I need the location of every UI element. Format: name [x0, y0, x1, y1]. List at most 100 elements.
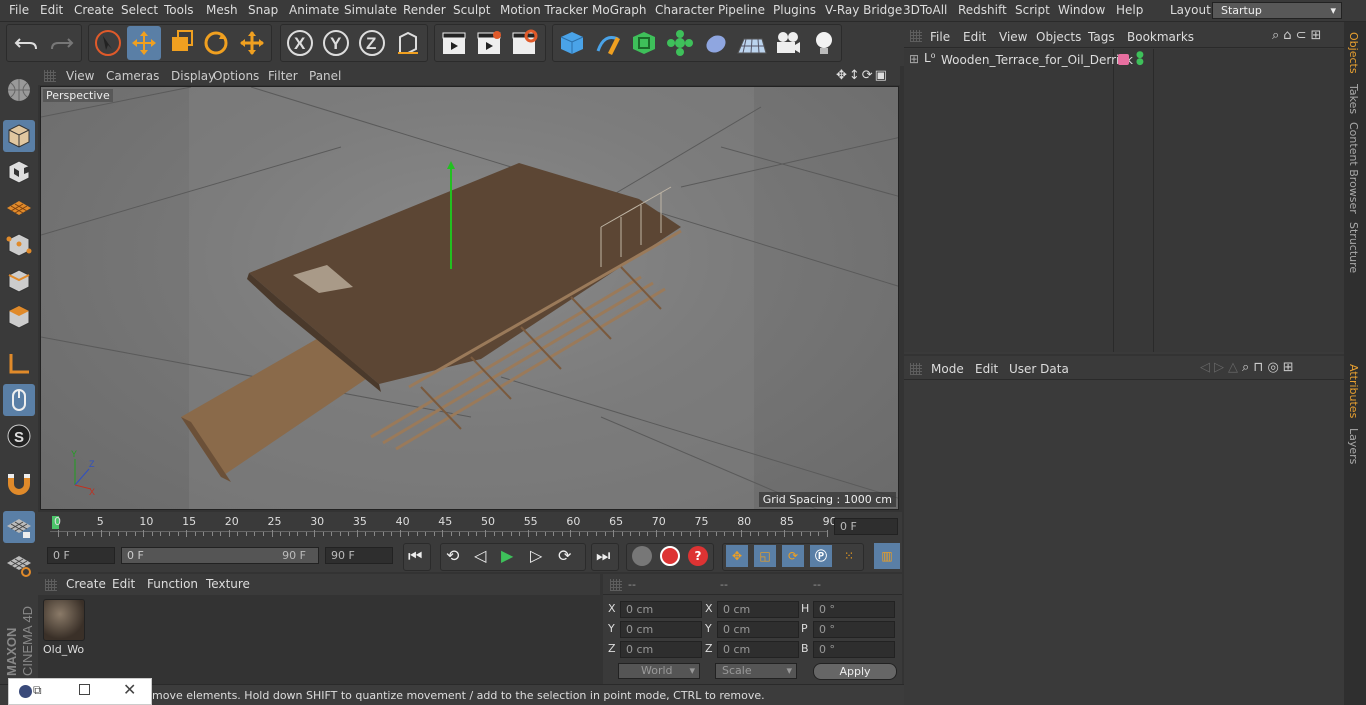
- menu-item-character[interactable]: Character: [655, 3, 714, 17]
- menu-item-3dtoall[interactable]: 3DToAll: [903, 3, 947, 17]
- y-axis-button[interactable]: Y: [319, 26, 353, 60]
- object-menu-objects[interactable]: Objects: [1036, 30, 1081, 44]
- expand-icon[interactable]: ⊞: [909, 52, 919, 66]
- menu-item-script[interactable]: Script: [1015, 3, 1050, 17]
- coordinate-mode-select[interactable]: World ▾: [618, 663, 700, 679]
- camera-button[interactable]: [771, 26, 805, 60]
- coordinate-field[interactable]: 0 cm: [620, 621, 702, 638]
- coordinate-field[interactable]: 0 cm: [717, 621, 799, 638]
- viewport-menu-view[interactable]: View: [66, 69, 94, 83]
- live-selection-button[interactable]: [91, 26, 125, 60]
- layout-select[interactable]: Startup ▾: [1212, 2, 1342, 19]
- prev-frame-button[interactable]: ◁: [474, 546, 486, 565]
- object-menu-edit[interactable]: Edit: [963, 30, 986, 44]
- snap-button[interactable]: [3, 467, 35, 499]
- current-frame-field[interactable]: 0 F: [834, 518, 898, 535]
- object-row[interactable]: ⊞ L⁰ Wooden_Terrace_for_Oil_Derrick ● ●: [906, 51, 1342, 69]
- end-frame-field[interactable]: 90 F: [325, 547, 393, 564]
- floor-button[interactable]: [735, 26, 769, 60]
- attribute-menu-mode[interactable]: Mode: [931, 362, 964, 376]
- material-thumbnail[interactable]: [43, 599, 85, 641]
- side-tab-structure[interactable]: Structure: [1347, 222, 1360, 273]
- points-mode-button[interactable]: [3, 229, 35, 261]
- menu-item-window[interactable]: Window: [1058, 3, 1105, 17]
- menu-item-mograph[interactable]: MoGraph: [592, 3, 647, 17]
- menu-item-help[interactable]: Help: [1116, 3, 1143, 17]
- coordinate-field[interactable]: 0 °: [813, 641, 895, 658]
- object-menu-bookmarks[interactable]: Bookmarks: [1127, 30, 1194, 44]
- coordinate-field[interactable]: 0 cm: [717, 641, 799, 658]
- viewport-menu-options[interactable]: Options: [213, 69, 259, 83]
- key-param-button[interactable]: Ⓟ: [810, 545, 832, 567]
- texture-mode-button[interactable]: [3, 156, 35, 188]
- undo-button[interactable]: [9, 26, 43, 60]
- rotate-tool-button[interactable]: [199, 26, 233, 60]
- scale-tool-button[interactable]: [163, 26, 197, 60]
- timeline-window-button[interactable]: ▥: [874, 543, 900, 569]
- keyframe-selection-button[interactable]: ?: [688, 546, 708, 566]
- side-tab-content-browser[interactable]: Content Browser: [1347, 122, 1360, 214]
- menu-item-animate[interactable]: Animate: [289, 3, 339, 17]
- coordinate-field[interactable]: 0 °: [813, 621, 895, 638]
- material-menu-function[interactable]: Function: [147, 577, 198, 591]
- material-tag-icon[interactable]: [1118, 54, 1129, 65]
- autokey-button[interactable]: [660, 546, 680, 566]
- menu-item-file[interactable]: File: [9, 3, 29, 17]
- viewport-menu-panel[interactable]: Panel: [309, 69, 341, 83]
- render-region-button[interactable]: [472, 26, 506, 60]
- prev-key-button[interactable]: ⟲: [446, 546, 459, 565]
- workplane-button[interactable]: [3, 192, 35, 224]
- timeline-ruler[interactable]: [38, 512, 902, 540]
- object-name[interactable]: Wooden_Terrace_for_Oil_Derrick: [941, 53, 1133, 67]
- start-frame-field[interactable]: 0 F: [47, 547, 115, 564]
- render-view-button[interactable]: [437, 26, 471, 60]
- axis-mode-button[interactable]: [3, 348, 35, 380]
- viewport-menu-filter[interactable]: Filter: [268, 69, 298, 83]
- side-tab-attributes[interactable]: Attributes: [1347, 364, 1360, 418]
- edges-mode-button[interactable]: [3, 265, 35, 297]
- quantize-button[interactable]: [3, 548, 35, 580]
- make-editable-button[interactable]: [3, 74, 35, 106]
- menu-item-v-ray-bridge[interactable]: V-Ray Bridge: [825, 3, 902, 17]
- menu-item-simulate[interactable]: Simulate: [344, 3, 397, 17]
- play-button[interactable]: ▶: [501, 546, 513, 565]
- redo-button[interactable]: [45, 26, 79, 60]
- coordinate-field[interactable]: 0 °: [813, 601, 895, 618]
- side-tab-takes[interactable]: Takes: [1347, 84, 1360, 114]
- visibility-dots-icon[interactable]: ● ●: [1136, 51, 1144, 67]
- viewport-nav-icons[interactable]: ✥↕⟳▣: [836, 68, 889, 83]
- attribute-menu-edit[interactable]: Edit: [975, 362, 998, 376]
- go-to-start-button[interactable]: ⏮: [408, 546, 422, 566]
- viewport-menu-cameras[interactable]: Cameras: [106, 69, 159, 83]
- pen-spline-button[interactable]: [591, 26, 625, 60]
- material-menu-texture[interactable]: Texture: [206, 577, 250, 591]
- maximize-icon[interactable]: [79, 684, 90, 695]
- viewport-menu-display[interactable]: Display: [171, 69, 215, 83]
- move-tool-button[interactable]: [127, 26, 161, 60]
- attribute-menu-user-data[interactable]: User Data: [1009, 362, 1069, 376]
- restore-icon[interactable]: ⧉: [33, 683, 42, 698]
- record-disabled-button[interactable]: [632, 546, 652, 566]
- cube-object-button[interactable]: [555, 26, 589, 60]
- frame-range-slider[interactable]: 0 F 90 F: [121, 547, 319, 564]
- workplane-lock-button[interactable]: [3, 511, 35, 543]
- object-menu-file[interactable]: File: [930, 30, 950, 44]
- light-button[interactable]: [807, 26, 841, 60]
- material-name[interactable]: Old_Wo: [43, 643, 84, 656]
- menu-item-motion-tracker[interactable]: Motion Tracker: [500, 3, 588, 17]
- coordinate-field[interactable]: 0 cm: [620, 601, 702, 618]
- polygons-mode-button[interactable]: [3, 301, 35, 333]
- attribute-toolbar-icons[interactable]: ◁▷△⌕⊓◎⊞: [1200, 360, 1298, 375]
- tweak-mode-button[interactable]: [3, 384, 35, 416]
- side-tab-objects[interactable]: Objects: [1347, 32, 1360, 74]
- key-pla-button[interactable]: ⁙: [838, 545, 860, 567]
- scale-mode-select[interactable]: Scale ▾: [715, 663, 797, 679]
- object-toolbar-icons[interactable]: ⌕⌂⊂⊞: [1272, 28, 1325, 43]
- material-menu-create[interactable]: Create: [66, 577, 106, 591]
- subdivision-button[interactable]: [627, 26, 661, 60]
- model-mode-button[interactable]: [3, 120, 35, 152]
- x-axis-button[interactable]: X: [283, 26, 317, 60]
- menu-item-plugins[interactable]: Plugins: [773, 3, 816, 17]
- coordinate-field[interactable]: 0 cm: [717, 601, 799, 618]
- apply-button[interactable]: Apply: [813, 663, 897, 680]
